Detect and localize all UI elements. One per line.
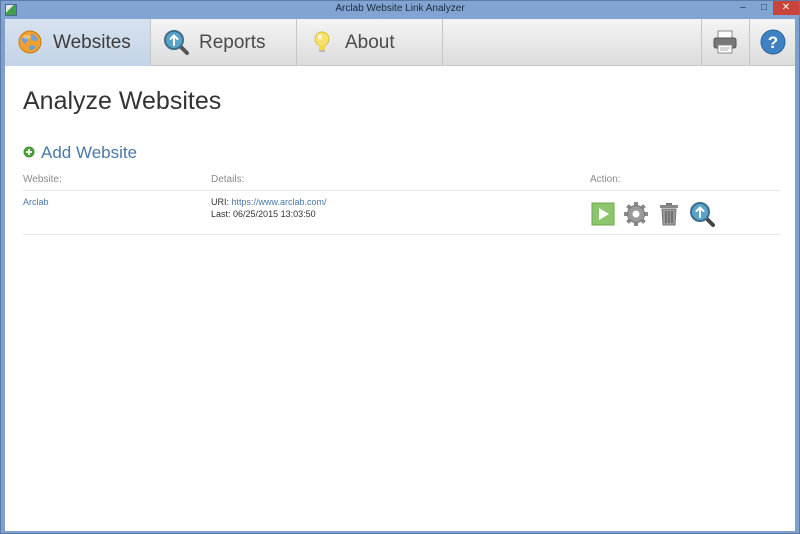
report-magnifier-icon: [690, 202, 715, 227]
print-button[interactable]: [701, 19, 747, 66]
tab-reports-label: Reports: [199, 32, 266, 53]
view-report-button[interactable]: [689, 201, 715, 227]
details-uri: URI: https://www.arclab.com/: [211, 197, 327, 207]
add-website-label: Add Website: [41, 143, 138, 162]
row-divider: [23, 234, 780, 235]
last-run-value: 06/25/2015 13:03:50: [233, 209, 316, 219]
help-icon: ?: [760, 29, 786, 55]
play-icon: [591, 202, 615, 226]
header-website: Website:: [23, 174, 62, 185]
run-analysis-button[interactable]: [590, 201, 616, 227]
trash-icon: [660, 203, 678, 226]
tab-about-label: About: [345, 32, 395, 53]
main-toolbar: Websites Reports About ?: [5, 19, 795, 66]
header-divider: [23, 190, 780, 191]
window-title: Arclab Website Link Analyzer: [335, 3, 465, 14]
maximize-button[interactable]: □: [753, 1, 775, 15]
page-title: Analyze Websites: [23, 87, 222, 115]
header-details: Details:: [211, 174, 245, 185]
plus-circle-icon: [23, 146, 35, 158]
delete-button[interactable]: [656, 201, 682, 227]
client-area: Websites Reports About ? Analyze Website…: [5, 19, 795, 531]
svg-text:?: ?: [768, 33, 778, 52]
header-action: Action:: [590, 174, 621, 185]
tab-about[interactable]: About: [297, 19, 443, 66]
website-name-link[interactable]: Arclab: [23, 197, 49, 207]
title-bar[interactable]: Arclab Website Link Analyzer – □ ✕: [1, 1, 799, 19]
app-window: Arclab Website Link Analyzer – □ ✕ Websi…: [0, 0, 800, 534]
printer-icon: [713, 30, 737, 54]
gear-icon: [624, 202, 648, 226]
help-button[interactable]: ?: [749, 19, 795, 66]
uri-label: URI:: [211, 197, 229, 207]
tab-reports[interactable]: Reports: [151, 19, 297, 66]
close-button[interactable]: ✕: [773, 1, 799, 15]
lightbulb-icon: [314, 31, 330, 52]
details-last: Last: 06/25/2015 13:03:50: [211, 209, 316, 219]
tab-websites[interactable]: Websites: [5, 19, 151, 66]
globe-icon: [18, 30, 42, 54]
tab-websites-label: Websites: [53, 32, 131, 53]
uri-link[interactable]: https://www.arclab.com/: [232, 197, 327, 207]
magnifier-icon: [164, 30, 189, 55]
minimize-button[interactable]: –: [732, 1, 754, 15]
last-label: Last:: [211, 209, 231, 219]
settings-button[interactable]: [623, 201, 649, 227]
